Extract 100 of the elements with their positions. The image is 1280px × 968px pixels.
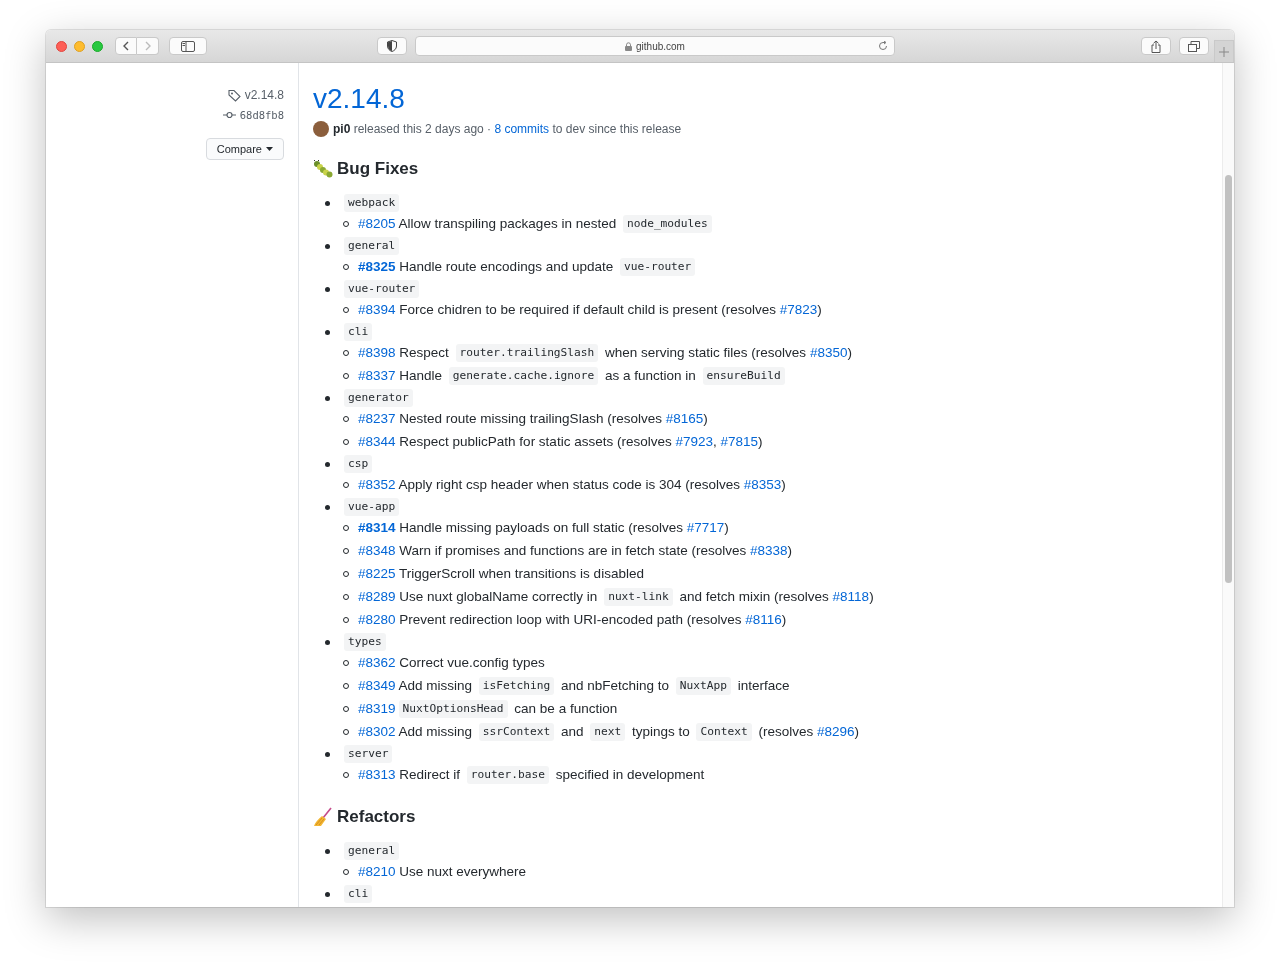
scope-label: general	[344, 842, 400, 860]
bullet-icon	[325, 640, 330, 645]
back-button[interactable]	[115, 37, 137, 55]
changelog-entry: #8325 Handle route encodings and update vue-router	[358, 257, 699, 277]
issue-link[interactable]: #8205	[358, 216, 396, 231]
issue-link[interactable]: #8165	[665, 411, 704, 426]
scope-label: cli	[344, 323, 373, 341]
changelog-entry: #8394 Force chidren to be required if default child is present (resolves #7823)	[358, 301, 822, 319]
issue-link[interactable]: #8225	[358, 566, 396, 581]
issue-link[interactable]: #8296	[816, 724, 855, 739]
issue-link[interactable]: #8302	[358, 724, 396, 739]
bullet-icon	[325, 462, 330, 467]
scope-label: general	[344, 237, 400, 255]
caret-icon	[266, 147, 273, 151]
changelog-entry: #8314 Handle missing payloads on full static (resolves #7717)	[358, 519, 729, 537]
inline-code: isFetching	[478, 677, 555, 696]
changelog-entry: #8210 Use nuxt everywhere	[358, 863, 527, 881]
changelog-entry: #8352 Apply right csp header when status code is 304 (resolves #8353)	[358, 476, 786, 494]
inline-code: ensureBuild	[702, 367, 785, 386]
inline-code: generate.cache.ignore	[448, 367, 599, 386]
issue-link[interactable]: #8116	[745, 612, 782, 627]
minimize-button[interactable]	[74, 40, 85, 52]
scope-label: csp	[344, 455, 373, 473]
issue-link[interactable]: #8338	[749, 543, 788, 558]
issue-link[interactable]: #8280	[358, 612, 396, 627]
bullet-icon	[325, 752, 330, 757]
chevron-right-icon	[144, 41, 151, 51]
scope-label: webpack	[344, 194, 400, 212]
issue-link[interactable]: #8353	[743, 477, 782, 492]
inline-code: router.base	[466, 766, 549, 785]
scope-label: types	[344, 633, 386, 651]
changelog-entry: #8319 NuxtOptionsHead can be a function	[358, 699, 618, 719]
issue-link[interactable]: #8394	[358, 302, 396, 317]
chevron-left-icon	[123, 41, 129, 51]
inline-code: nuxt-link	[604, 588, 673, 607]
caterpillar-icon	[313, 160, 333, 178]
issue-link[interactable]: #8352	[358, 477, 396, 492]
inline-code: router.trailingSlash	[455, 344, 599, 363]
scope-label: server	[344, 745, 393, 763]
bullet-icon	[325, 849, 330, 854]
bullet-icon	[325, 330, 330, 335]
sidebar-button[interactable]	[169, 37, 207, 55]
section-heading: Refactors	[337, 807, 416, 827]
inline-code: node_modules	[622, 215, 712, 234]
scope-label: vue-router	[344, 280, 420, 298]
issue-link[interactable]: #8237	[358, 411, 396, 426]
privacy-button[interactable]	[377, 37, 407, 55]
inline-code: next	[590, 723, 626, 742]
tag-link[interactable]: v2.14.8	[244, 88, 284, 102]
tabs-button[interactable]	[1179, 37, 1209, 55]
changelog-entry: #8302 Add missing ssrContext and next typings to Context (resolves #8296)	[358, 722, 859, 742]
scrollbar-thumb[interactable]	[1225, 175, 1232, 583]
bullet-icon	[325, 505, 330, 510]
issue-link[interactable]: #7717	[686, 520, 725, 535]
plus-icon	[1219, 46, 1229, 57]
issue-link[interactable]: #8348	[358, 543, 396, 558]
issue-link[interactable]: #8319	[358, 701, 396, 716]
share-button[interactable]	[1141, 37, 1171, 55]
issue-link[interactable]: #7823	[779, 302, 818, 317]
commit-icon	[222, 111, 236, 119]
close-button[interactable]	[56, 40, 67, 52]
changelog-entry: #8313 Redirect if router.base specified in development	[358, 765, 705, 785]
broom-icon	[313, 807, 333, 827]
url-text: github.com	[636, 40, 685, 52]
commit-link[interactable]: 68d8fb8	[239, 109, 284, 121]
bullet-icon	[325, 244, 330, 249]
issue-link[interactable]: #7815	[720, 434, 759, 449]
scope-label: generator	[344, 389, 413, 407]
forward-button[interactable]	[137, 37, 159, 55]
issue-link[interactable]: #8344	[358, 434, 396, 449]
changelog-entry: #8225 TriggerScroll when transitions is disabled	[358, 565, 644, 583]
issue-link[interactable]: #8350	[809, 345, 848, 360]
bullet-icon	[325, 396, 330, 401]
inline-code: NuxtOptionsHead	[398, 700, 508, 719]
changelog-entry: #8349 Add missing isFetching and nbFetching to NuxtApp interface	[358, 676, 790, 696]
zoom-button[interactable]	[92, 40, 103, 52]
issue-link[interactable]: #8325	[358, 259, 396, 274]
inline-code: vue-router	[619, 258, 696, 277]
inline-code: Context	[696, 723, 752, 742]
commits-link[interactable]: 8 commits	[494, 122, 550, 136]
issue-link[interactable]: #7923	[675, 434, 713, 449]
author-link[interactable]: pi0	[333, 122, 351, 136]
address-bar[interactable]: github.com	[415, 36, 895, 56]
reload-icon[interactable]	[878, 41, 888, 51]
issue-link[interactable]: #8118	[832, 589, 870, 604]
issue-link[interactable]: #8313	[358, 767, 396, 782]
issue-link[interactable]: #8314	[358, 520, 396, 535]
issue-link[interactable]: #8337	[358, 368, 396, 383]
issue-link[interactable]: #8349	[358, 678, 396, 693]
issue-link[interactable]: #8398	[358, 345, 396, 360]
compare-button[interactable]: Compare	[205, 138, 284, 160]
scope-label: cli	[344, 885, 373, 903]
bullet-icon	[325, 287, 330, 292]
changelog-entry: #8344 Respect publicPath for static assets (resolves #7923, #7815)	[358, 433, 763, 451]
issue-link[interactable]: #8362	[358, 655, 396, 670]
inline-code: NuxtApp	[675, 677, 731, 696]
issue-link[interactable]: #8289	[358, 589, 396, 604]
changelog-entry: #8362 Correct vue.config types	[358, 654, 545, 672]
changelog-entry: #8348 Warn if promises and functions are in fetch state (resolves #8338)	[358, 542, 792, 560]
issue-link[interactable]: #8210	[358, 864, 396, 879]
